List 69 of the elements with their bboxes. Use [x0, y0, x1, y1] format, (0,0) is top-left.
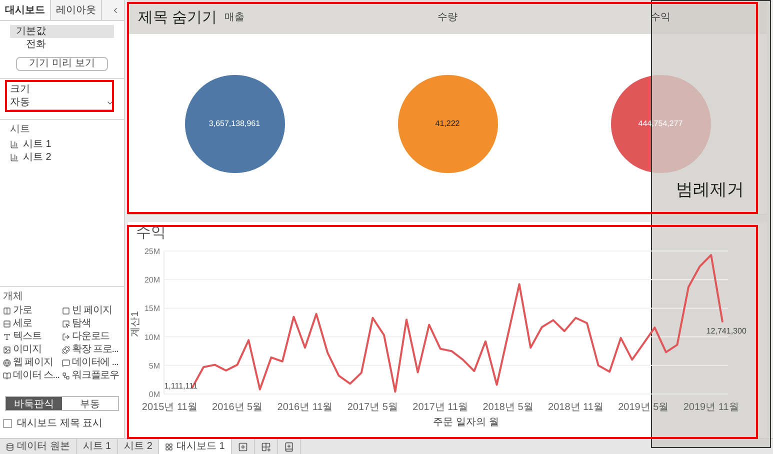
section-title: 시트: [10, 123, 31, 137]
axis-tick-label: 2019년 11월: [683, 402, 739, 413]
axis-tick-label: 2017년 11월: [412, 402, 468, 413]
columns-icon: [3, 306, 11, 314]
object-item[interactable]: 가로: [3, 304, 32, 317]
axis-tick-label: 2015년 11월: [142, 402, 198, 413]
object-item[interactable]: 확장 프로...: [62, 343, 118, 356]
panel-tab[interactable]: 대시보드: [0, 0, 51, 20]
exit-icon: [62, 332, 70, 340]
object-item[interactable]: 웹 페이지: [3, 356, 53, 369]
chat-icon: [62, 358, 70, 366]
axis-tick-label: 2016년 11월: [277, 402, 333, 413]
axis-tick-label: 15M: [144, 304, 160, 314]
object-item[interactable]: 빈 페이지: [62, 304, 112, 317]
object-item[interactable]: 다운로드: [62, 330, 110, 343]
add-sheet-icon: [238, 442, 248, 452]
sheet-icon: [10, 152, 19, 162]
book-icon: [3, 372, 11, 380]
bubble-value: 41,222: [435, 118, 460, 130]
object-item[interactable]: 세로: [3, 317, 32, 330]
bubble-value: 3,657,138,961: [208, 118, 260, 130]
square-icon: [62, 306, 70, 314]
axis-tick-label: 20M: [144, 276, 160, 285]
rows-icon: [3, 320, 11, 328]
preview-button[interactable]: 기기 미리 보기: [16, 57, 108, 71]
add-book-icon: [284, 442, 294, 452]
workflow-icon: [62, 372, 70, 380]
column-header: 수량: [438, 10, 458, 24]
database-icon: [6, 442, 14, 450]
pointer-icon: [62, 320, 70, 328]
annotation-text: 범례제거: [676, 179, 744, 201]
sheet-item[interactable]: 시트 2: [10, 151, 114, 163]
axis-tick-label: 2018년 5월: [482, 402, 534, 413]
object-item[interactable]: 이미지: [3, 343, 42, 356]
object-item[interactable]: 텍스트: [3, 330, 42, 343]
axis-tick-label: 5M: [148, 361, 160, 370]
sheet-tab[interactable]: 대시보드 1: [159, 439, 232, 454]
column-header: 매출: [224, 10, 244, 24]
grid-icon: [165, 442, 174, 450]
collapse-icon[interactable]: [111, 6, 120, 14]
annotation-text: 제목 숨기기: [138, 8, 218, 28]
size-dropdown[interactable]: 자동: [10, 96, 114, 110]
axis-tick-label: 2016년 5월: [212, 402, 263, 413]
image-icon: [3, 346, 11, 354]
layout-toggle[interactable]: 바둑판식: [6, 397, 62, 410]
axis-title: 주문 일자의 월: [433, 417, 499, 428]
text-icon: [3, 332, 11, 340]
axis-title: 계산1: [130, 311, 141, 337]
object-item[interactable]: 탐색: [62, 317, 91, 330]
checkbox[interactable]: [3, 419, 12, 428]
sheet-icon: [10, 140, 19, 148]
object-item[interactable]: 워크플로우: [62, 369, 120, 382]
add-grid-icon: [260, 442, 271, 452]
axis-tick-label: 0M: [148, 390, 160, 399]
axis-tick-label: 25M: [144, 247, 160, 256]
data-label: 12,741,300: [706, 326, 746, 336]
section-title: 개체: [3, 290, 24, 304]
axis-tick-label: 2019년 5월: [618, 402, 669, 413]
object-item[interactable]: 데이터 스...: [3, 369, 60, 382]
device-item[interactable]: 기본값: [10, 25, 114, 38]
puzzle-icon: [62, 346, 70, 354]
axis-tick-label: 2018년 11월: [548, 402, 604, 413]
axis-tick-label: 10M: [144, 332, 160, 342]
sheet-item[interactable]: 시트 1: [10, 138, 114, 150]
globe-icon: [3, 358, 11, 366]
object-item[interactable]: 데이터에 ...: [62, 356, 118, 369]
axis-tick-label: 2017년 5월: [347, 402, 398, 413]
size-label: 크기: [10, 83, 31, 96]
checkbox-label: 대시보드 제목 표시: [17, 417, 103, 431]
